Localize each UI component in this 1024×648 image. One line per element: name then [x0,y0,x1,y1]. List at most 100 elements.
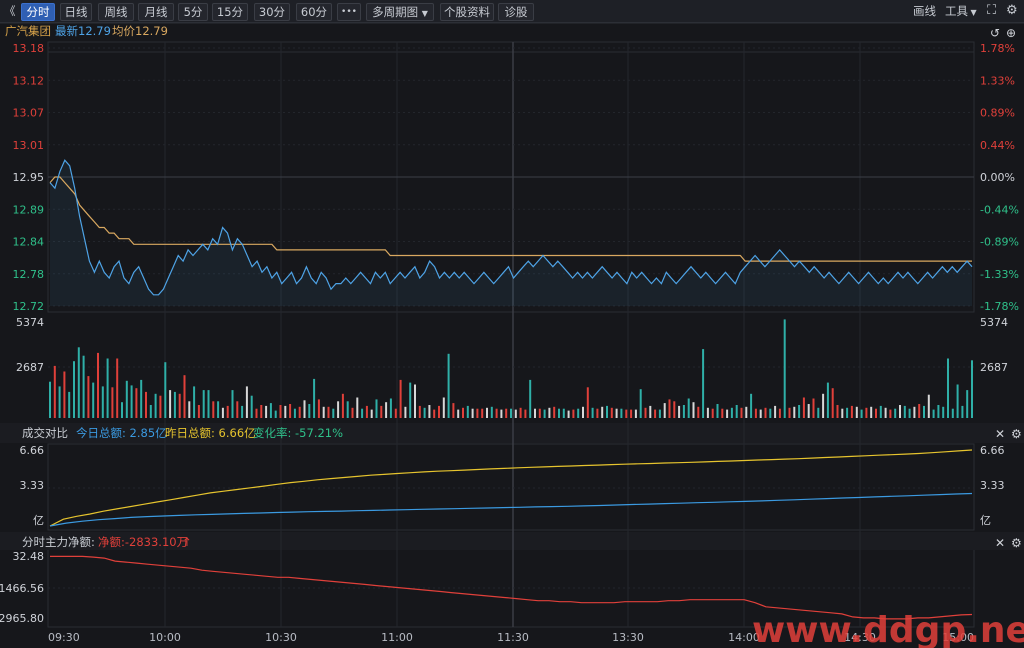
volume-bar [793,406,796,418]
volume-bar [284,405,287,418]
volume-bar [620,408,623,418]
turnover-unit-label: 亿 [33,514,44,527]
volume-bar [121,402,123,418]
volume-bar [514,409,517,418]
chart-labels: 09:30 10:00 10:30 11:00 11:30 13:30 14:00 14:30… [0,42,1019,644]
volume-bar [735,405,738,418]
volume-bar [269,403,272,418]
moneyflow-title: 分时主力净额: [22,535,95,549]
y-tick-label-left: 12.78 [13,268,45,281]
volume-bar [572,409,575,418]
volume-bar [101,386,104,418]
volume-bar [966,390,969,418]
volume-bar [855,406,858,418]
zoom-in-icon[interactable]: ⊕ [1006,27,1016,39]
volume-bar [596,408,599,418]
volume-bar [308,404,311,418]
volume-bar [178,393,181,418]
gear-icon[interactable]: ⚙ [1011,428,1022,440]
volume-bar [678,405,681,418]
volume-bar [317,399,320,418]
volume-bar [942,406,945,418]
volume-bar [615,408,618,418]
volume-bar [841,408,844,418]
volume-bar [903,405,906,418]
volume-bar [894,408,897,418]
volume-bar [53,365,56,418]
volume-bar [658,409,661,418]
volume-bar [639,389,642,418]
volume-y-tick: 2687 [980,361,1008,374]
y-tick-label-right: -0.44% [980,203,1019,216]
volume-bar [399,379,402,418]
volume-bar [154,393,157,418]
volume-bar [769,408,772,418]
volume-bar [630,409,633,418]
volume-bar [889,409,892,418]
panel-frame [47,41,975,53]
volume-bar [173,391,176,418]
volume-bar [601,406,604,418]
volume-bar [649,405,652,418]
volume-bar [826,382,829,418]
volume-bar [193,386,196,418]
y-tick-label-left: 13.12 [13,74,45,87]
volume-bar [183,375,186,418]
volume-bar [899,405,901,418]
volume-bar [423,407,426,418]
volume-bar [927,394,930,418]
volume-bar [97,352,99,418]
volume-bar [846,407,849,418]
gear-icon[interactable]: ⚙ [1011,537,1022,549]
volume-bar [409,382,412,418]
volume-bar [937,405,940,418]
turnover-y-tick: 3.33 [20,479,45,492]
volume-bar [716,404,719,418]
volume-bar [807,404,810,418]
volume-bar [149,405,152,418]
yesterday-total: 昨日总额: 6.66亿 [165,426,256,440]
up-arrow-icon: ↑ [182,535,192,549]
volume-bar [817,407,820,418]
volume-bar [947,358,949,418]
y-tick-label-left: 13.01 [13,139,45,152]
volume-bar [68,391,71,418]
volume-bar [58,386,61,418]
y-tick-label-right: 1.78% [980,42,1015,55]
volume-bar [447,353,450,418]
volume-bar [197,405,200,418]
volume-bar [577,408,580,418]
change-rate: 变化率: -57.21% [253,426,343,440]
volume-bar [654,409,657,418]
volume-bar [812,398,815,418]
volume-bar [836,405,839,418]
volume-bar [750,393,753,418]
volume-bar [586,387,589,418]
undo-icon[interactable]: ↺ [990,27,1000,39]
volume-bar [77,347,80,418]
y-tick-label-right: 0.00% [980,171,1015,184]
volume-bar [774,405,777,418]
volume-bars [49,319,973,418]
indicator-title: 成交对比 [22,426,68,440]
volume-bar [798,405,801,418]
x-tick-label: 10:00 [149,631,181,644]
turnover-y-tick: 3.33 [980,479,1005,492]
close-icon[interactable]: ✕ [995,428,1005,440]
y-tick-label-left: 12.89 [13,203,45,216]
volume-bar [433,409,436,418]
volume-bar [389,398,392,418]
volume-bar [692,402,695,418]
volume-bar [783,319,786,418]
volume-y-tick: 5374 [16,316,44,329]
volume-bar [663,403,666,418]
close-icon[interactable]: ✕ [995,537,1005,549]
volume-bar [682,405,685,418]
volume-bar [505,408,508,418]
volume-bar [875,408,877,418]
x-tick-label: 11:00 [381,631,413,644]
volume-bar [759,409,762,418]
volume-bar [961,405,964,418]
volume-bar [293,408,296,418]
volume-bar [634,409,637,418]
